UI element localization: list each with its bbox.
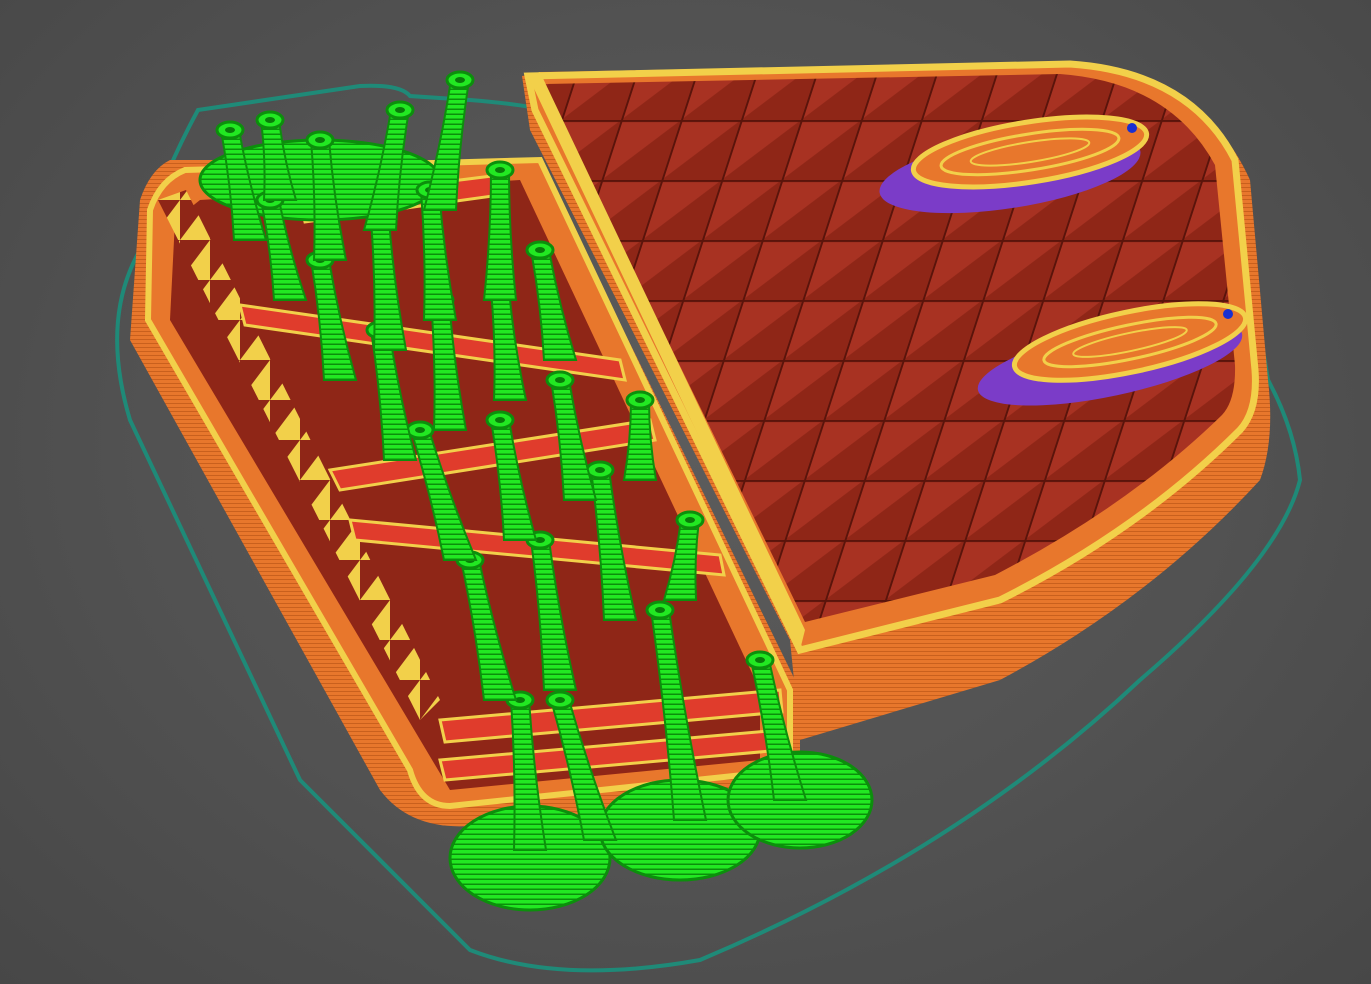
support-tip-hollow (495, 167, 505, 173)
support-tip-hollow (225, 127, 235, 133)
toolpath-preview-canvas[interactable] (0, 0, 1371, 984)
support-tip-hollow (595, 467, 605, 473)
support-tip-hollow (395, 107, 405, 113)
support-tip-hollow (455, 77, 465, 83)
seam-marker-1 (1127, 123, 1137, 133)
support-tip-hollow (415, 427, 425, 433)
support-tip-hollow (265, 117, 275, 123)
support-tip-hollow (635, 397, 645, 403)
support-tip-hollow (755, 657, 765, 663)
support-tip-hollow (495, 417, 505, 423)
support-tip-hollow (685, 517, 695, 523)
support-tip-hollow (555, 377, 565, 383)
support-tip-hollow (555, 697, 565, 703)
gcode-3d-viewport[interactable] (0, 0, 1371, 984)
support-tip-hollow (535, 247, 545, 253)
support-tip-hollow (655, 607, 665, 613)
seam-marker-2 (1223, 309, 1233, 319)
support-tip-hollow (315, 137, 325, 143)
